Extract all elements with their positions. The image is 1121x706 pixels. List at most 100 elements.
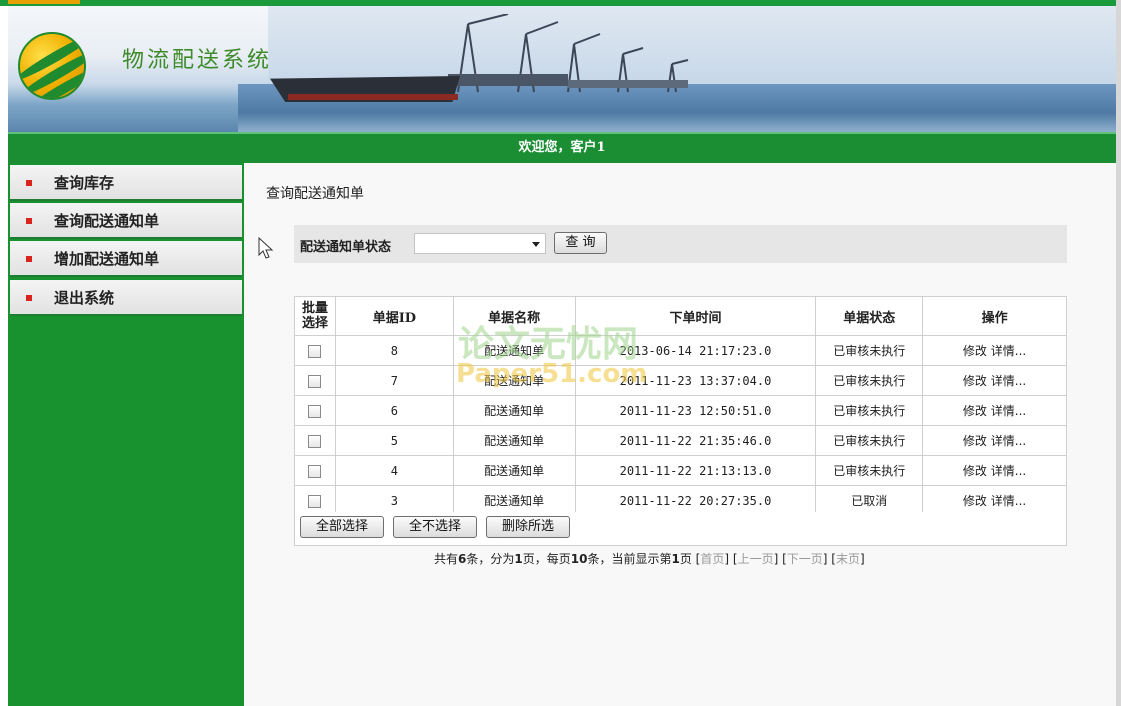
window-right-edge bbox=[1116, 0, 1121, 706]
bullet-icon bbox=[26, 256, 32, 262]
select-none-button[interactable]: 全不选择 bbox=[393, 516, 477, 538]
sidebar-item-label: 退出系统 bbox=[54, 289, 115, 307]
detail-link[interactable]: 详情... bbox=[991, 404, 1026, 418]
cell-order-time: 2011-11-22 21:35:46.0 bbox=[574, 425, 817, 456]
cell-status: 已审核未执行 bbox=[815, 395, 924, 426]
cell-name: 配送通知单 bbox=[452, 365, 576, 396]
delete-selected-button[interactable]: 删除所选 bbox=[486, 516, 570, 538]
row-checkbox[interactable] bbox=[308, 344, 322, 358]
edit-link[interactable]: 修改 bbox=[963, 434, 987, 448]
cell-actions: 修改 详情... bbox=[922, 365, 1067, 396]
edit-link[interactable]: 修改 bbox=[963, 374, 987, 388]
top-accent-strip bbox=[8, 0, 80, 4]
cell-actions: 修改 详情... bbox=[922, 335, 1067, 366]
welcome-text: 欢迎您，客户1 bbox=[518, 140, 606, 155]
table-row: 8 配送通知单 2013-06-14 21:17:23.0 已审核未执行 修改 … bbox=[294, 335, 1067, 366]
pager-text: 共有 bbox=[434, 552, 459, 566]
cell-status: 已审核未执行 bbox=[815, 335, 924, 366]
detail-link[interactable]: 详情... bbox=[991, 434, 1026, 448]
cell-order-time: 2013-06-14 21:17:23.0 bbox=[574, 335, 817, 366]
sidebar-item-query-delivery-notice[interactable]: 查询配送通知单 bbox=[10, 203, 242, 239]
row-select-cell bbox=[294, 425, 336, 456]
row-checkbox[interactable] bbox=[308, 494, 322, 508]
table-row: 7 配送通知单 2011-11-23 13:37:04.0 已审核未执行 修改 … bbox=[294, 365, 1067, 396]
edit-link[interactable]: 修改 bbox=[963, 494, 987, 508]
query-button[interactable]: 查 询 bbox=[554, 232, 607, 254]
cell-order-time: 2011-11-23 12:50:51.0 bbox=[574, 395, 817, 426]
pager-per-page: 10 bbox=[570, 552, 588, 566]
row-select-cell bbox=[294, 455, 336, 486]
row-select-cell bbox=[294, 485, 336, 516]
welcome-bar: 欢迎您，客户1 bbox=[8, 132, 1116, 163]
pager-prev-link[interactable]: 上一页 bbox=[738, 552, 774, 566]
sidebar-item-query-inventory[interactable]: 查询库存 bbox=[10, 165, 242, 201]
cell-actions: 修改 详情... bbox=[922, 455, 1067, 486]
cell-id: 6 bbox=[334, 395, 454, 426]
cell-actions: 修改 详情... bbox=[922, 395, 1067, 426]
pager-pages: 1 bbox=[514, 552, 523, 566]
detail-link[interactable]: 详情... bbox=[991, 344, 1026, 358]
pager-text: 条，分为 bbox=[466, 552, 515, 566]
header-banner: 物流配送系统 bbox=[8, 6, 1116, 132]
row-select-cell bbox=[294, 365, 336, 396]
search-bar: 配送通知单状态 查 询 bbox=[294, 225, 1067, 263]
column-header-actions: 操作 bbox=[922, 296, 1067, 336]
cell-name: 配送通知单 bbox=[452, 455, 576, 486]
pager-next-link[interactable]: 下一页 bbox=[787, 552, 823, 566]
row-checkbox[interactable] bbox=[308, 464, 322, 478]
cell-id: 4 bbox=[334, 455, 454, 486]
detail-link[interactable]: 详情... bbox=[991, 374, 1026, 388]
detail-link[interactable]: 详情... bbox=[991, 494, 1026, 508]
table-header-row: 批量 选择 单据ID 单据名称 下单时间 单据状态 操作 bbox=[294, 296, 1067, 336]
system-title: 物流配送系统 bbox=[122, 48, 273, 73]
cell-actions: 修改 详情... bbox=[922, 485, 1067, 516]
column-header-status: 单据状态 bbox=[815, 296, 924, 336]
cell-id: 3 bbox=[334, 485, 454, 516]
bullet-icon bbox=[26, 218, 32, 224]
chevron-down-icon bbox=[532, 242, 540, 247]
column-header-batch-select: 批量 选择 bbox=[294, 296, 336, 336]
select-all-button[interactable]: 全部选择 bbox=[300, 516, 384, 538]
cell-id: 8 bbox=[334, 335, 454, 366]
table-row: 5 配送通知单 2011-11-22 21:35:46.0 已审核未执行 修改 … bbox=[294, 425, 1067, 456]
cell-status: 已审核未执行 bbox=[815, 425, 924, 456]
column-header-name: 单据名称 bbox=[452, 296, 576, 336]
cell-name: 配送通知单 bbox=[452, 425, 576, 456]
ship-hull-stripe bbox=[288, 94, 458, 100]
sidebar-item-add-delivery-notice[interactable]: 增加配送通知单 bbox=[10, 241, 242, 277]
cell-actions: 修改 详情... bbox=[922, 425, 1067, 456]
edit-link[interactable]: 修改 bbox=[963, 344, 987, 358]
cell-status: 已审核未执行 bbox=[815, 455, 924, 486]
status-filter-label: 配送通知单状态 bbox=[300, 240, 392, 255]
sidebar-item-logout[interactable]: 退出系统 bbox=[10, 280, 242, 316]
cell-order-time: 2011-11-22 20:27:35.0 bbox=[574, 485, 817, 516]
row-checkbox[interactable] bbox=[308, 434, 322, 448]
cell-id: 5 bbox=[334, 425, 454, 456]
pagination: 共有6条，分为1页，每页10条，当前显示第1页 [首页] [上一页] [下一页]… bbox=[434, 552, 865, 566]
edit-link[interactable]: 修改 bbox=[963, 464, 987, 478]
main-content: 查询配送通知单 配送通知单状态 查 询 批量 选择 单据ID 单据名称 下单时间 … bbox=[244, 163, 1116, 706]
pager-first-link[interactable]: 首页 bbox=[700, 552, 724, 566]
table-row: 6 配送通知单 2011-11-23 12:50:51.0 已审核未执行 修改 … bbox=[294, 395, 1067, 426]
pager-last-link[interactable]: 末页 bbox=[836, 552, 860, 566]
column-header-id: 单据ID bbox=[334, 296, 454, 336]
cell-id: 7 bbox=[334, 365, 454, 396]
row-select-cell bbox=[294, 395, 336, 426]
sidebar-item-label: 查询配送通知单 bbox=[54, 212, 160, 230]
row-checkbox[interactable] bbox=[308, 374, 322, 388]
mouse-pointer-icon bbox=[258, 237, 274, 259]
pager-text: 条，当前显示第 bbox=[587, 552, 672, 566]
table-row: 3 配送通知单 2011-11-22 20:27:35.0 已取消 修改 详情.… bbox=[294, 485, 1067, 516]
sidebar: 查询库存 查询配送通知单 增加配送通知单 退出系统 bbox=[8, 163, 244, 706]
status-select[interactable] bbox=[414, 233, 546, 254]
cell-name: 配送通知单 bbox=[452, 485, 576, 516]
row-checkbox[interactable] bbox=[308, 404, 322, 418]
sidebar-item-label: 增加配送通知单 bbox=[54, 250, 160, 268]
edit-link[interactable]: 修改 bbox=[963, 404, 987, 418]
bullet-icon bbox=[26, 295, 32, 301]
cell-status: 已取消 bbox=[815, 485, 924, 516]
cell-name: 配送通知单 bbox=[452, 395, 576, 426]
port-cranes-illustration bbox=[448, 14, 689, 93]
row-select-cell bbox=[294, 335, 336, 366]
detail-link[interactable]: 详情... bbox=[991, 464, 1026, 478]
